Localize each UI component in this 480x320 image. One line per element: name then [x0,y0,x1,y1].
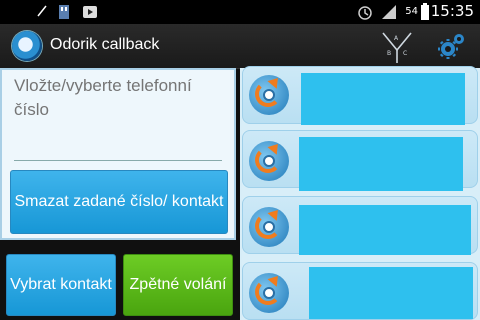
alarm-icon [358,6,372,20]
abc-letter-c: C [403,50,407,57]
battery-icon [421,3,429,20]
history-item[interactable] [242,66,478,125]
settings-gear-icon[interactable] [436,30,468,62]
redacted-contact [299,205,471,255]
history-item[interactable]: 2 [242,196,478,255]
callback-icon [249,206,289,247]
clear-number-button[interactable]: Smazat zadané číslo/ kontakt [10,170,228,234]
callback-icon [249,140,289,181]
signal-icon [382,5,396,19]
phone-number-input[interactable] [14,74,222,161]
redacted-contact [309,267,473,319]
app-title: Odorik callback [50,36,160,53]
pick-contact-button[interactable]: Vybrat kontakt [6,254,116,316]
sd-card-icon [59,5,69,19]
app-logo-icon[interactable] [12,31,42,61]
play-store-icon [83,6,97,18]
callback-icon [249,74,289,115]
clock: 15:35 [430,2,474,20]
redacted-contact [299,137,463,191]
battery-level: 54 [405,6,418,17]
abc-sort-icon[interactable]: A B C [380,30,414,64]
status-bar: 54 15:35 [0,0,480,24]
history-item[interactable]: 2 [242,130,478,191]
callback-button[interactable]: Zpětné volání [123,254,233,316]
abc-letter-b: B [387,50,391,57]
abc-letter-a: A [394,35,399,42]
history-item[interactable] [242,262,478,320]
callback-icon [249,272,289,313]
usb-debug-icon [37,5,47,17]
redacted-contact [301,73,465,125]
